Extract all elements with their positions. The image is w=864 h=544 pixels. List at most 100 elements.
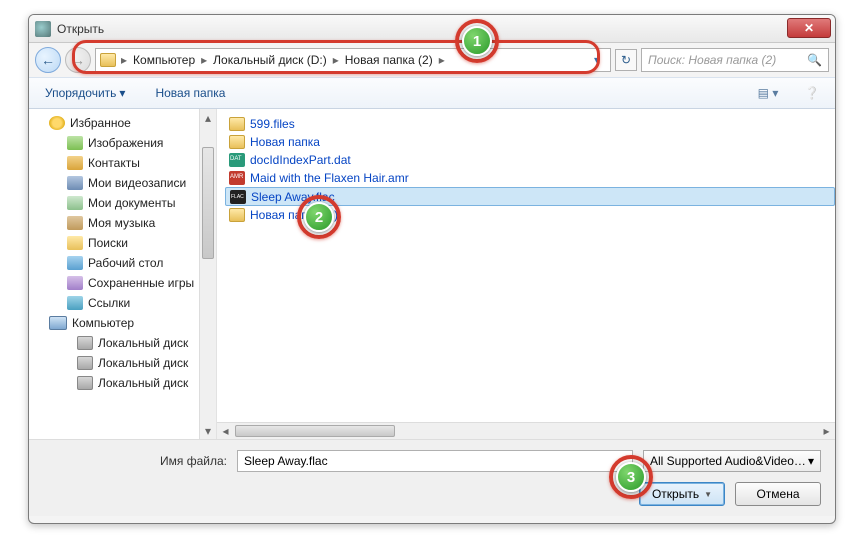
save-icon bbox=[67, 276, 83, 290]
tree-item-label: Изображения bbox=[88, 136, 163, 150]
tree-item-label: Рабочий стол bbox=[88, 256, 163, 270]
search-icon: 🔍 bbox=[807, 53, 822, 67]
folder-icon bbox=[229, 117, 245, 131]
chevron-right-icon: ▸ bbox=[200, 53, 208, 67]
help-button[interactable]: ❔ bbox=[799, 82, 825, 104]
annotation-callout-2: 2 bbox=[304, 202, 334, 232]
chevron-down-icon: ▾ bbox=[119, 86, 125, 100]
navigation-row: ← → ▸ Компьютер ▸ Локальный диск (D:) ▸ … bbox=[29, 43, 835, 77]
tree-item-label: Локальный диск bbox=[98, 376, 188, 390]
nav-tree[interactable]: Избранное Изображения Контакты Мои видеозап… bbox=[29, 109, 217, 439]
scroll-down-icon[interactable]: ▾ bbox=[200, 422, 216, 439]
tree-item[interactable]: Поиски bbox=[29, 233, 216, 253]
tree-item-label: Сохраненные игры bbox=[88, 276, 194, 290]
file-row[interactable]: docIdIndexPart.dat bbox=[225, 151, 835, 169]
tree-item-label: Компьютер bbox=[72, 316, 134, 330]
file-name: 599.files bbox=[250, 117, 295, 131]
chevron-right-icon: ▸ bbox=[438, 53, 446, 67]
tree-item[interactable]: Компьютер bbox=[29, 313, 216, 333]
computer-icon bbox=[49, 316, 67, 330]
open-dialog-window: Открыть ✕ ← → ▸ Компьютер ▸ Локальный ди… bbox=[28, 14, 836, 524]
file-name: Новая папка bbox=[250, 135, 320, 149]
tree-item[interactable]: Сохраненные игры bbox=[29, 273, 216, 293]
refresh-button[interactable]: ↻ bbox=[615, 49, 637, 71]
tree-item[interactable]: Ссылки bbox=[29, 293, 216, 313]
nav-forward-button[interactable]: → bbox=[65, 47, 91, 73]
tree-item[interactable]: Локальный диск bbox=[29, 333, 216, 353]
new-folder-button[interactable]: Новая папка bbox=[149, 82, 231, 104]
breadcrumb-segment[interactable]: Компьютер bbox=[130, 53, 198, 67]
titlebar: Открыть ✕ bbox=[29, 15, 835, 43]
chevron-down-icon: ▾ bbox=[808, 454, 814, 468]
contact-icon bbox=[67, 156, 83, 170]
tree-item-label: Контакты bbox=[88, 156, 140, 170]
video-icon bbox=[67, 176, 83, 190]
annotation-callout-3: 3 bbox=[616, 462, 646, 492]
folder-icon bbox=[100, 53, 116, 67]
scroll-up-icon[interactable]: ▴ bbox=[200, 109, 216, 126]
breadcrumb-segment[interactable]: Локальный диск (D:) bbox=[210, 53, 330, 67]
tree-item[interactable]: Рабочий стол bbox=[29, 253, 216, 273]
tree-item[interactable]: Мои документы bbox=[29, 193, 216, 213]
tree-item[interactable]: Локальный диск bbox=[29, 373, 216, 393]
file-name: Maid with the Flaxen Hair.amr bbox=[250, 171, 409, 185]
cancel-button[interactable]: Отмена bbox=[735, 482, 821, 506]
flac-icon bbox=[230, 190, 246, 204]
filename-input[interactable]: Sleep Away.flac bbox=[237, 450, 633, 472]
addressbar-wrapper: ▸ Компьютер ▸ Локальный диск (D:) ▸ Нова… bbox=[95, 48, 611, 72]
search-input[interactable]: Поиск: Новая папка (2) 🔍 bbox=[641, 48, 829, 72]
breadcrumb-segment[interactable]: Новая папка (2) bbox=[342, 53, 436, 67]
nav-back-button[interactable]: ← bbox=[35, 47, 61, 73]
music-icon bbox=[67, 216, 83, 230]
desk-icon bbox=[67, 256, 83, 270]
annotation-callout-1: 1 bbox=[462, 26, 492, 56]
dat-icon bbox=[229, 153, 245, 167]
addressbar-dropdown[interactable]: ▾ bbox=[588, 53, 606, 67]
toolbar: Упорядочить▾ Новая папка ▤ ▾ ❔ bbox=[29, 77, 835, 109]
tree-item-label: Мои видеозаписи bbox=[88, 176, 186, 190]
tree-item[interactable]: Изображения bbox=[29, 133, 216, 153]
file-row[interactable]: Maid with the Flaxen Hair.amr bbox=[225, 169, 835, 187]
chevron-right-icon: ▸ bbox=[332, 53, 340, 67]
file-list[interactable]: 599.files Новая папка docIdIndexPart.dat Ma… bbox=[217, 109, 835, 439]
tree-item[interactable]: Контакты bbox=[29, 153, 216, 173]
star-icon bbox=[49, 116, 65, 130]
tree-item-label: Ссылки bbox=[88, 296, 130, 310]
filetype-filter[interactable]: All Supported Audio&Video Files▾ bbox=[643, 450, 821, 472]
filename-label: Имя файла: bbox=[43, 454, 227, 468]
img-icon bbox=[67, 136, 83, 150]
app-icon bbox=[35, 21, 51, 37]
tree-item-label: Избранное bbox=[70, 116, 131, 130]
search-icon bbox=[67, 236, 83, 250]
tree-item-label: Моя музыка bbox=[88, 216, 155, 230]
close-icon: ✕ bbox=[804, 21, 814, 35]
tree-item[interactable]: Избранное bbox=[29, 113, 216, 133]
tree-item[interactable]: Мои видеозаписи bbox=[29, 173, 216, 193]
file-hscrollbar[interactable]: ◂ ▸ bbox=[217, 422, 835, 439]
tree-item-label: Локальный диск bbox=[98, 336, 188, 350]
scroll-right-icon[interactable]: ▸ bbox=[818, 423, 835, 439]
window-title: Открыть bbox=[57, 22, 104, 36]
folder-icon bbox=[229, 135, 245, 149]
scroll-thumb[interactable] bbox=[235, 425, 395, 437]
view-button[interactable]: ▤ ▾ bbox=[755, 82, 781, 104]
tree-scrollbar[interactable]: ▴ ▾ bbox=[199, 109, 216, 439]
tree-item[interactable]: Локальный диск bbox=[29, 353, 216, 373]
chevron-right-icon: ▸ bbox=[120, 53, 128, 67]
close-button[interactable]: ✕ bbox=[787, 18, 831, 38]
address-bar[interactable]: ▸ Компьютер ▸ Локальный диск (D:) ▸ Нова… bbox=[95, 48, 611, 72]
drive-icon bbox=[77, 356, 93, 370]
zip-icon bbox=[229, 208, 245, 222]
file-row[interactable]: Новая папка bbox=[225, 133, 835, 151]
file-name: docIdIndexPart.dat bbox=[250, 153, 351, 167]
organize-button[interactable]: Упорядочить▾ bbox=[39, 82, 131, 104]
tree-item-label: Локальный диск bbox=[98, 356, 188, 370]
tree-item[interactable]: Моя музыка bbox=[29, 213, 216, 233]
scroll-left-icon[interactable]: ◂ bbox=[217, 423, 234, 439]
tree-item-label: Мои документы bbox=[88, 196, 175, 210]
tree-item-label: Поиски bbox=[88, 236, 128, 250]
file-row[interactable]: 599.files bbox=[225, 115, 835, 133]
scroll-thumb[interactable] bbox=[202, 147, 214, 259]
link-icon bbox=[67, 296, 83, 310]
open-button[interactable]: Открыть▼ bbox=[639, 482, 725, 506]
